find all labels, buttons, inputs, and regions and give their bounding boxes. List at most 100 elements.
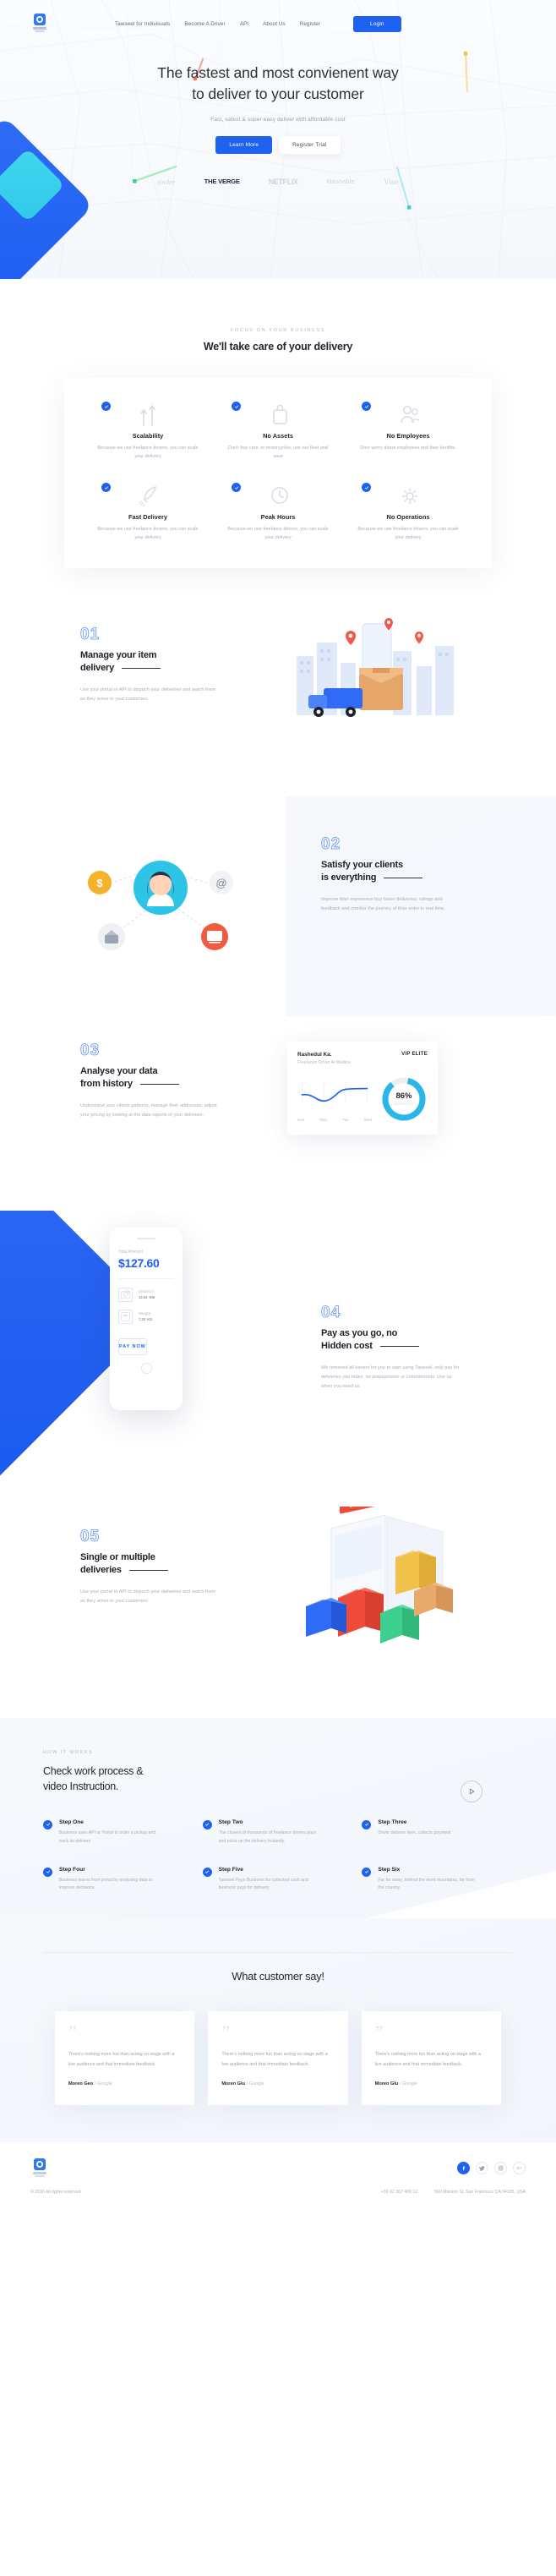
quote-icon: ” <box>68 2021 77 2043</box>
nav-link-become-driver[interactable]: Become A Driver <box>184 21 225 27</box>
block-manage-delivery: 01 Manage your item delivery Use your po… <box>0 601 556 796</box>
block-desc: Understand your clients patterns, manage… <box>80 1102 217 1118</box>
nav-link-api[interactable]: API <box>240 21 248 27</box>
how-it-works-content: HOW IT WORKS Check work process & video … <box>43 1750 513 1894</box>
activity-donut-chart: 86% ACTIVITY <box>380 1075 428 1123</box>
steps-grid: Step One Business uses API or Portal to … <box>43 1819 513 1894</box>
x-tick-wed: Wed <box>363 1117 372 1122</box>
block-text: 03 Analyse your data from history Unders… <box>80 1041 220 1121</box>
driver-name: Rashedul Ka. <box>297 1051 332 1058</box>
step-desc: The closest of thousands of freelance dr… <box>218 1829 317 1844</box>
social-links: G+ <box>457 2162 526 2175</box>
phone-home-button[interactable] <box>140 1362 152 1374</box>
block-title: Analyse your data from history <box>80 1065 220 1091</box>
step-title: Step One <box>59 1819 84 1825</box>
how-title-line1: Check work process & <box>43 1764 144 1777</box>
google-plus-icon[interactable]: G+ <box>513 2162 526 2175</box>
testimonials-title: What customer say! <box>232 1970 324 1983</box>
total-amount-value: $127.60 <box>118 1255 160 1270</box>
block-desc: Use your portal or API to dispach your d… <box>80 1589 216 1604</box>
title-rule <box>121 667 161 669</box>
footer-phone[interactable]: +39 02 367 409 12 <box>381 2190 417 2195</box>
quote-icon: ” <box>374 2021 384 2043</box>
block-number: 03 <box>80 1041 101 1059</box>
block-single-multiple-deliveries: 05 Single or multiple deliveries Use you… <box>0 1489 556 1718</box>
block-title-line2: delivery <box>80 663 114 674</box>
distance-unit: KM <box>149 1294 155 1299</box>
twitter-icon[interactable] <box>476 2162 488 2175</box>
step-title: Step Two <box>218 1819 243 1825</box>
learn-more-button[interactable]: Learn More <box>215 135 273 154</box>
logo-mark-icon <box>30 13 49 35</box>
testimonials-section: What customer say! ” There's nothing mor… <box>0 1918 556 2142</box>
rocket-icon <box>93 483 203 508</box>
footer-top: G+ <box>30 2158 526 2179</box>
clock-icon <box>223 483 333 508</box>
block-text: 04 Pay as you go, no Hidden cost We remo… <box>321 1303 461 1392</box>
check-icon <box>362 402 371 411</box>
title-rule <box>128 1569 168 1571</box>
check-icon <box>232 483 241 493</box>
phone-mockup: Total Amount $127.60 Distance 12.03 KM W… <box>110 1227 183 1410</box>
pay-now-button[interactable]: PAY NOW <box>118 1337 147 1355</box>
play-video-button[interactable] <box>461 1780 482 1802</box>
step-five: Step Five Tawseel Pays Business for coll… <box>202 1867 354 1894</box>
how-title: Check work process & video Instruction. <box>43 1764 513 1794</box>
feature-fast-delivery: Fast Delivery Because we use freelance d… <box>83 483 213 542</box>
title-rule <box>379 1345 419 1347</box>
nav-link-about-us[interactable]: About Us <box>263 21 286 27</box>
features-title: We'll take care of your delivery <box>203 341 353 353</box>
feature-scalability: Scalability Because we use freelance dri… <box>83 402 213 461</box>
features-section: FOCUS ON YOUR BUSINESS We'll take care o… <box>0 279 556 602</box>
block-title: Manage your item delivery <box>80 649 220 675</box>
feature-desc: Because we use freelance drivers, you ca… <box>97 527 199 540</box>
hero-subtitle: Fast, safest & super easy deliver with a… <box>210 116 346 123</box>
site-logo[interactable] <box>30 13 49 35</box>
svg-text:@: @ <box>215 877 226 889</box>
feature-title: No Assets <box>263 432 293 440</box>
copyright-text: © 2016 All rights reserved <box>30 2189 81 2195</box>
brand-logos: tinder THE VERGE NETFLIX Mashable Vine <box>0 178 556 186</box>
step-one: Step One Business uses API or Portal to … <box>43 1819 194 1846</box>
top-navigation: Tawseel for Indivisuals Become A Driver … <box>0 0 556 39</box>
testimonial-text: There's nothing more fun than acting on … <box>68 2052 175 2067</box>
nav-link-register[interactable]: Register <box>300 21 320 27</box>
vip-badge: VIP ELITE <box>401 1051 428 1057</box>
step-two: Step Two The closest of thousands of fre… <box>202 1819 354 1846</box>
testimonial-author: Moren Glu / Google <box>221 2081 264 2087</box>
landing-page: Tawseel for Indivisuals Become A Driver … <box>0 0 556 2213</box>
block-title-line1: Single or multiple <box>80 1551 155 1562</box>
register-trial-button[interactable]: Register Trial <box>279 135 341 154</box>
nav-link-tawseel-individuals[interactable]: Tawseel for Indivisuals <box>115 21 170 27</box>
feature-title: Peak Hours <box>260 513 296 522</box>
author-source: Google <box>96 2081 112 2087</box>
hero-title-line2: to deliver to your customer <box>192 85 364 102</box>
author-name: Moren Glu <box>374 2081 399 2087</box>
check-icon <box>362 1867 372 1877</box>
step-desc: Far far away, behind the word mountains,… <box>378 1877 475 1891</box>
step-title: Step Three <box>378 1819 407 1825</box>
step-desc: Business learns from portal by analysing… <box>59 1877 153 1891</box>
how-eyebrow: HOW IT WORKS <box>43 1749 94 1755</box>
weight-row: Weight 7.32 KG <box>118 1309 174 1324</box>
distance-label: Distance <box>139 1288 154 1293</box>
distance-row: Distance 12.03 KM <box>118 1287 174 1302</box>
feature-desc: Dont worry about employees and their ben… <box>360 446 456 451</box>
block-title-line1: Analyse your data <box>80 1065 158 1076</box>
brand-logo-vine: Vine <box>384 177 399 186</box>
block-pay-as-you-go: Total Amount $127.60 Distance 12.03 KM W… <box>0 1210 556 1490</box>
instagram-icon[interactable] <box>494 2162 507 2175</box>
activity-caption: ACTIVITY <box>394 1102 414 1106</box>
block-desc: Improve thier experience buy faster deli… <box>321 896 445 911</box>
hero-title: The fastest and most convienent way to d… <box>0 63 556 105</box>
block-text: 05 Single or multiple deliveries Use you… <box>80 1527 220 1607</box>
footer-logo[interactable] <box>30 2158 49 2179</box>
facebook-icon[interactable] <box>457 2162 470 2175</box>
x-tick-tue: Tue <box>341 1117 349 1122</box>
check-icon <box>202 1867 212 1877</box>
divider <box>118 1277 174 1279</box>
login-button[interactable]: Login <box>353 15 401 32</box>
brand-logo-tinder: tinder <box>157 177 176 186</box>
step-three: Step Three Driver delivers item, collect… <box>362 1819 513 1846</box>
total-amount-label: Total Amount <box>118 1249 143 1255</box>
